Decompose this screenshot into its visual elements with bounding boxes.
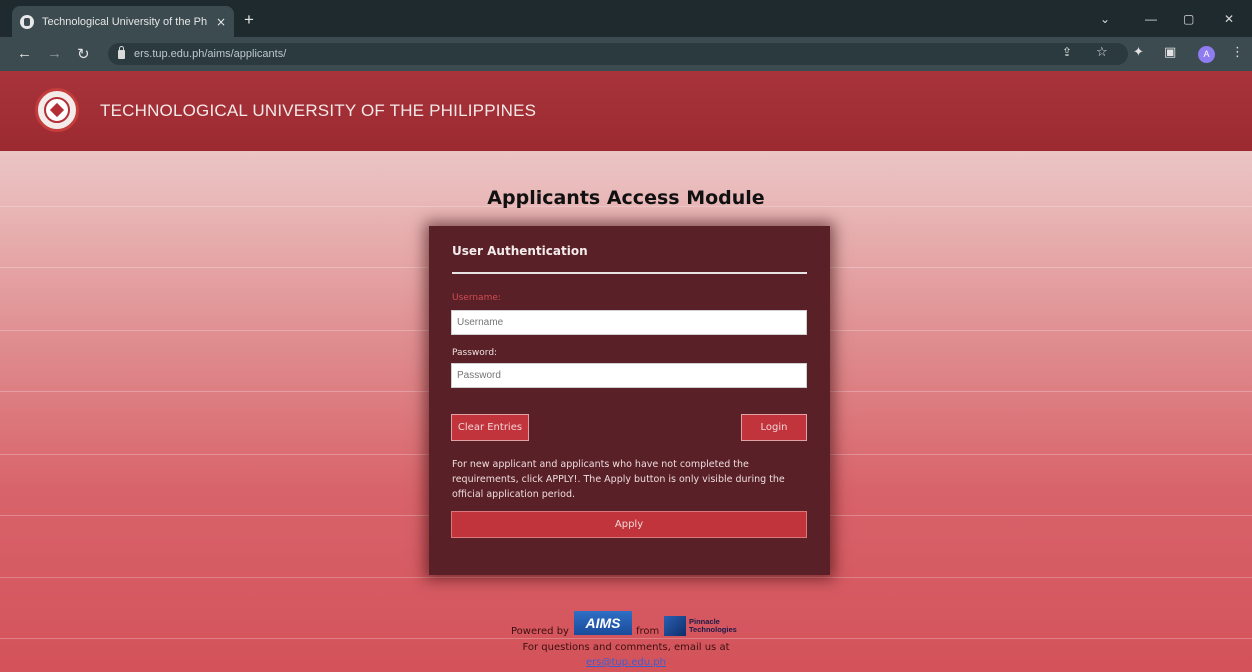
profile-avatar[interactable]: A xyxy=(1198,46,1215,63)
apply-button[interactable]: Apply xyxy=(451,511,807,538)
pinnacle-mark-icon xyxy=(664,616,686,636)
page-title: Applicants Access Module xyxy=(487,187,765,209)
aims-logo: AIMS xyxy=(574,611,632,635)
minimize-icon[interactable]: — xyxy=(1145,12,1157,26)
side-panel-icon[interactable]: ▣ xyxy=(1164,45,1176,60)
contact-text: For questions and comments, email us at xyxy=(522,642,730,653)
pinnacle-subname: Technologies xyxy=(689,625,737,634)
address-bar[interactable]: ers.tup.edu.ph/aims/applicants/ xyxy=(108,43,1128,65)
reload-icon[interactable]: ↻ xyxy=(77,45,90,63)
contact-email-link[interactable]: ers@tup.edu.ph xyxy=(0,657,1252,668)
site-header: TECHNOLOGICAL UNIVERSITY OF THE PHILIPPI… xyxy=(0,71,1252,151)
pinnacle-logo: Pinnacle Technologies xyxy=(664,615,746,637)
username-input[interactable] xyxy=(451,310,807,335)
panel-title: User Authentication xyxy=(452,244,588,258)
tab-title: Technological University of the Philippi… xyxy=(42,15,207,28)
tab-search-icon[interactable]: ⌄ xyxy=(1100,12,1110,26)
browser-tab[interactable]: Technological University of the Philippi… xyxy=(12,6,234,37)
clear-entries-button[interactable]: Clear Entries xyxy=(451,414,529,441)
globe-icon xyxy=(20,14,34,29)
login-panel: User Authentication Username: Password: … xyxy=(429,226,830,575)
close-window-icon[interactable]: ✕ xyxy=(1224,12,1234,26)
back-icon[interactable]: ← xyxy=(17,45,32,62)
menu-icon[interactable]: ⋮ xyxy=(1231,45,1244,60)
powered-by-text: Powered by xyxy=(511,626,569,637)
forward-icon[interactable]: → xyxy=(47,45,62,62)
username-label: Username: xyxy=(452,293,501,303)
bookmark-star-icon[interactable]: ☆ xyxy=(1096,45,1108,60)
close-tab-icon[interactable]: × xyxy=(216,15,226,29)
site-title: TECHNOLOGICAL UNIVERSITY OF THE PHILIPPI… xyxy=(100,101,537,120)
login-button[interactable]: Login xyxy=(741,414,807,441)
browser-tab-strip: Technological University of the Philippi… xyxy=(0,0,1252,37)
divider xyxy=(452,272,807,274)
page-body: TECHNOLOGICAL UNIVERSITY OF THE PHILIPPI… xyxy=(0,71,1252,672)
university-seal-logo xyxy=(35,88,79,132)
url-text: ers.tup.edu.ph/aims/applicants/ xyxy=(134,48,287,60)
new-tab-button[interactable]: + xyxy=(244,10,254,30)
lock-icon xyxy=(118,45,125,59)
password-input[interactable] xyxy=(451,363,807,388)
maximize-icon[interactable]: ▢ xyxy=(1183,12,1194,26)
extensions-icon[interactable]: ✦ xyxy=(1133,45,1144,60)
applicant-note: For new applicant and applicants who hav… xyxy=(452,459,785,500)
share-icon[interactable]: ⇪ xyxy=(1062,45,1072,59)
browser-toolbar: ← → ↻ ers.tup.edu.ph/aims/applicants/ ⇪ … xyxy=(0,37,1252,71)
from-text: from xyxy=(636,626,660,637)
password-label: Password: xyxy=(452,348,498,358)
